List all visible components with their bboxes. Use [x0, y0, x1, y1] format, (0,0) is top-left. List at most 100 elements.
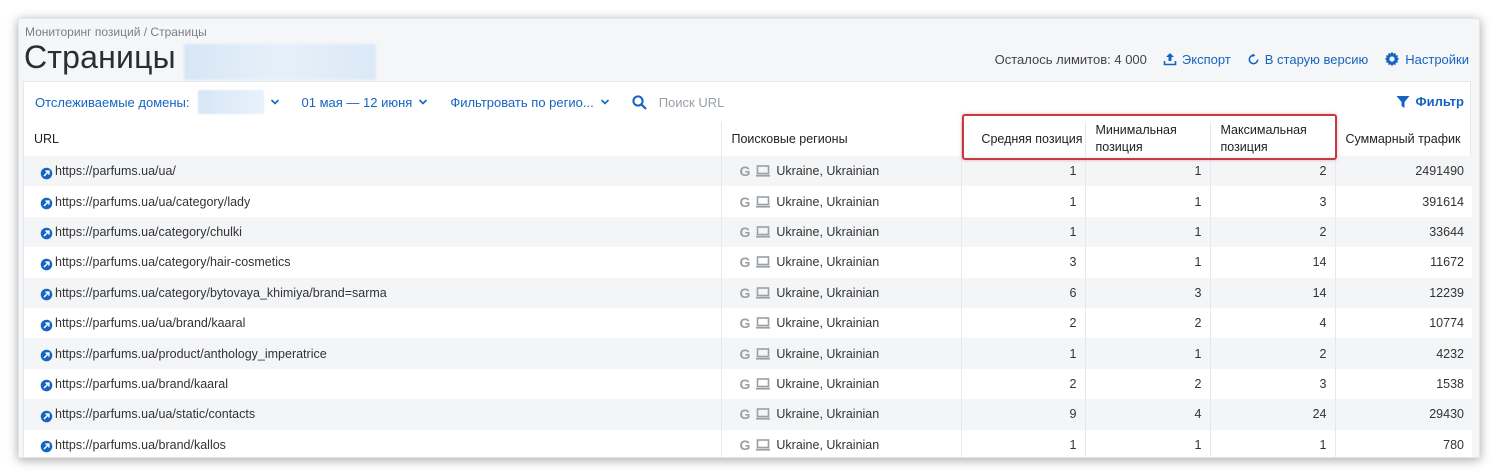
col-regions[interactable]: Поисковые регионы — [721, 122, 962, 156]
min-position: 1 — [1085, 216, 1211, 248]
url-link[interactable]: https://parfums.ua/ua/ — [55, 164, 176, 178]
avg-position: 6 — [961, 277, 1086, 308]
min-position: 2 — [1085, 368, 1211, 400]
settings-button[interactable]: Настройки — [1384, 51, 1469, 67]
region-label: Ukraine, Ukrainian — [776, 316, 880, 331]
region-cell: G Ukraine, Ukrainian — [721, 307, 962, 339]
date-range-label: 01 мая — 12 июня — [301, 94, 413, 110]
export-label: Экспорт — [1181, 51, 1231, 67]
external-link-icon[interactable] — [40, 197, 53, 210]
region-cell: G Ukraine, Ukrainian — [721, 216, 962, 248]
url-link[interactable]: https://parfums.ua/ua/static/contacts — [55, 407, 255, 421]
avg-position: 9 — [961, 399, 1086, 430]
app-window: Мониторинг позиций / Страницы Страницы О… — [18, 18, 1480, 458]
region-filter-dropdown[interactable]: Фильтровать по регио... — [450, 95, 609, 110]
export-button[interactable]: Экспорт — [1163, 52, 1231, 67]
external-link-icon[interactable] — [40, 258, 53, 271]
url-cell: https://parfums.ua/category/hair-cosmeti… — [24, 247, 722, 278]
min-position: 1 — [1085, 186, 1211, 217]
external-link-icon[interactable] — [40, 410, 53, 423]
max-position: 3 — [1210, 368, 1336, 400]
total-traffic: 2491490 — [1335, 156, 1472, 187]
external-link-icon[interactable] — [40, 440, 53, 453]
desktop-icon — [756, 317, 771, 329]
url-cell: https://parfums.ua/ua/static/contacts — [24, 399, 722, 430]
settings-label: Настройки — [1405, 51, 1469, 67]
min-position: 1 — [1085, 429, 1211, 457]
table-body: https://parfums.ua/ua/G Ukraine, Ukrainia… — [24, 156, 1472, 457]
external-link-icon[interactable] — [40, 167, 53, 180]
breadcrumb[interactable]: Мониторинг позиций / Страницы — [25, 25, 207, 39]
filter-button[interactable]: Фильтр — [1396, 94, 1464, 109]
url-cell: https://parfums.ua/ua/ — [24, 156, 722, 187]
total-traffic: 33644 — [1335, 216, 1472, 248]
url-link[interactable]: https://parfums.ua/category/hair-cosmeti… — [55, 255, 291, 269]
google-icon: G — [739, 193, 751, 210]
region-cell: G Ukraine, Ukrainian — [721, 338, 962, 369]
min-position: 2 — [1085, 307, 1211, 339]
region-filter-label: Фильтровать по регио... — [450, 94, 594, 110]
table-row: https://parfums.ua/ua/category/lady G Ukra… — [24, 186, 1472, 217]
table-row: https://parfums.ua/category/bytovaya_khi… — [24, 277, 1472, 308]
col-url[interactable]: URL — [24, 122, 722, 156]
url-link[interactable]: https://parfums.ua/ua/brand/kaaral — [55, 316, 245, 330]
pages-table: URL Поисковые регионы Средняя позиция Ми… — [24, 122, 1472, 457]
desktop-icon — [756, 378, 771, 390]
total-traffic: 11672 — [1335, 247, 1472, 278]
google-icon: G — [739, 223, 751, 240]
domains-dropdown[interactable]: Отслеживаемые домены: — [35, 90, 280, 114]
region-label: Ukraine, Ukrainian — [776, 346, 880, 361]
desktop-icon — [756, 347, 771, 360]
page-title: Страницы — [24, 39, 176, 75]
max-position: 2 — [1210, 156, 1336, 187]
external-link-icon[interactable] — [40, 227, 53, 240]
old-version-button[interactable]: В старую версию — [1247, 52, 1368, 67]
url-link[interactable]: https://parfums.ua/category/chulki — [55, 225, 242, 239]
external-link-icon[interactable] — [40, 349, 53, 362]
max-position: 4 — [1210, 307, 1336, 339]
google-icon: G — [739, 315, 751, 332]
avg-position: 1 — [961, 338, 1086, 369]
min-position: 3 — [1085, 277, 1211, 308]
desktop-icon — [756, 438, 771, 451]
min-position: 4 — [1085, 399, 1211, 430]
region-cell: G Ukraine, Ukrainian — [721, 429, 962, 457]
search-input[interactable] — [658, 94, 859, 110]
total-traffic: 780 — [1335, 429, 1472, 457]
region-label: Ukraine, Ukrainian — [776, 194, 880, 209]
external-link-icon[interactable] — [40, 319, 53, 332]
date-range-dropdown[interactable]: 01 мая — 12 июня — [302, 95, 429, 110]
region-cell: G Ukraine, Ukrainian — [721, 277, 962, 308]
url-cell: https://parfums.ua/ua/brand/kaaral — [24, 307, 722, 339]
url-link[interactable]: https://parfums.ua/product/anthology_imp… — [55, 347, 327, 361]
total-traffic: 12239 — [1335, 277, 1472, 308]
url-cell: https://parfums.ua/category/bytovaya_khi… — [24, 277, 722, 308]
url-link[interactable]: https://parfums.ua/category/bytovaya_khi… — [55, 286, 387, 300]
table-row: https://parfums.ua/category/chulki G Ukrai… — [24, 216, 1472, 248]
url-link[interactable]: https://parfums.ua/ua/category/lady — [55, 195, 250, 209]
min-position: 1 — [1085, 338, 1211, 369]
external-link-icon[interactable] — [40, 288, 53, 301]
table-row: https://parfums.ua/brand/kaaral G Ukraine,… — [24, 368, 1472, 400]
url-cell: https://parfums.ua/ua/category/lady — [24, 186, 722, 217]
desktop-icon — [756, 286, 771, 299]
funnel-icon — [1396, 95, 1410, 108]
search-icon[interactable] — [632, 94, 647, 110]
external-link-icon[interactable] — [40, 379, 53, 392]
region-cell: G Ukraine, Ukrainian — [721, 186, 962, 217]
google-icon: G — [739, 406, 751, 423]
max-position: 14 — [1210, 277, 1336, 308]
url-link[interactable]: https://parfums.ua/brand/kaaral — [55, 377, 228, 391]
filter-label: Фильтр — [1415, 94, 1464, 109]
url-cell: https://parfums.ua/brand/kallos — [24, 429, 722, 457]
url-link[interactable]: https://parfums.ua/brand/kallos — [55, 438, 226, 452]
region-label: Ukraine, Ukrainian — [776, 255, 880, 270]
google-icon: G — [739, 163, 751, 180]
region-label: Ukraine, Ukrainian — [776, 224, 880, 239]
google-icon: G — [739, 254, 751, 271]
min-position: 1 — [1085, 156, 1211, 187]
col-total-traffic[interactable]: Суммарный трафик — [1335, 122, 1472, 156]
avg-position: 2 — [961, 368, 1086, 400]
table-row: https://parfums.ua/brand/kallos G Ukraine,… — [24, 429, 1472, 457]
table-row: https://parfums.ua/category/hair-cosmeti… — [24, 247, 1472, 278]
